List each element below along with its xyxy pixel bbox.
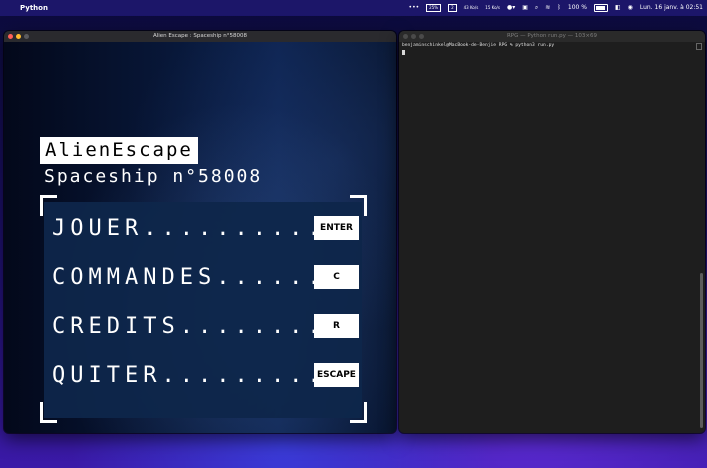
- status-area: ••• 25% 2 43 Ko/s 15 Ko/s ●▾ ▣ ⌕ ≋ ᛒ 100…: [409, 0, 703, 16]
- game-window: Alien Escape : Spaceship n°58008 AlienEs…: [4, 31, 396, 433]
- menu-item-credits[interactable]: CREDITS......... R: [52, 310, 362, 344]
- memory-indicator[interactable]: 25%: [426, 4, 442, 12]
- window-controls: [8, 34, 29, 39]
- search-icon[interactable]: ⌕: [535, 0, 538, 16]
- terminal-minimize-button[interactable]: [411, 34, 416, 39]
- control-center-icon[interactable]: ◧: [615, 0, 621, 16]
- network-up-label[interactable]: 43 Ko/s: [464, 0, 479, 16]
- menu-item-commandes[interactable]: COMMANDES........ C: [52, 261, 362, 295]
- minimize-button[interactable]: [16, 34, 21, 39]
- terminal-close-button[interactable]: [403, 34, 408, 39]
- battery-icon[interactable]: [593, 4, 608, 12]
- frame-corner-bottom-right: [350, 402, 367, 423]
- key-badge-enter[interactable]: ENTER: [314, 216, 359, 240]
- battery-percent-label[interactable]: 100 %: [568, 0, 587, 16]
- terminal-window-controls: [403, 34, 424, 39]
- frame-corner-bottom-left: [40, 402, 57, 423]
- siri-icon[interactable]: ◉: [628, 0, 633, 16]
- network-down-label[interactable]: 15 Ko/s: [485, 0, 500, 16]
- menu-label: CREDITS.........: [52, 314, 344, 339]
- screen-record-icon[interactable]: ▣: [522, 0, 528, 16]
- game-logo: AlienEscape: [40, 137, 198, 164]
- clock[interactable]: Lun. 16 janv. à 02:51: [640, 0, 703, 16]
- game-titlebar[interactable]: Alien Escape : Spaceship n°58008: [4, 31, 396, 42]
- menu-item-jouer[interactable]: JOUER............ ENTER: [52, 212, 362, 246]
- menu-item-quiter[interactable]: QUITER.......... ESCAPE: [52, 359, 362, 393]
- scrollbar-thumb[interactable]: [700, 273, 703, 428]
- terminal-cursor: [402, 50, 405, 55]
- close-button[interactable]: [8, 34, 13, 39]
- terminal-zoom-button[interactable]: [419, 34, 424, 39]
- terminal-output[interactable]: benjaminschinkel@MacBook-de-Benjie RPG %…: [402, 43, 697, 57]
- more-icon[interactable]: •••: [409, 0, 420, 16]
- menu-bar: Python ••• 25% 2 43 Ko/s 15 Ko/s ●▾ ▣ ⌕ …: [0, 0, 707, 16]
- headphones-icon[interactable]: ●▾: [507, 0, 515, 16]
- key-badge-c[interactable]: C: [314, 265, 359, 289]
- app-name-menu[interactable]: Python: [20, 4, 48, 12]
- bluetooth-icon[interactable]: ᛒ: [557, 0, 561, 16]
- wifi-icon[interactable]: ≋: [545, 0, 550, 16]
- terminal-scrollbar[interactable]: [700, 43, 703, 429]
- terminal-title: RPG — Python run.py — 103×69: [506, 33, 598, 39]
- game-subtitle: Spaceship n°58008: [44, 166, 263, 187]
- key-badge-escape[interactable]: ESCAPE: [314, 363, 359, 387]
- menu-label: QUITER..........: [52, 363, 344, 388]
- zoom-button[interactable]: [24, 34, 29, 39]
- battery-small-indicator[interactable]: 2: [448, 4, 457, 12]
- key-badge-r[interactable]: R: [314, 314, 359, 338]
- terminal-window: RPG — Python run.py — 103×69 benjaminsch…: [399, 31, 705, 433]
- window-title: Alien Escape : Spaceship n°58008: [152, 33, 247, 39]
- terminal-titlebar[interactable]: RPG — Python run.py — 103×69: [399, 31, 705, 42]
